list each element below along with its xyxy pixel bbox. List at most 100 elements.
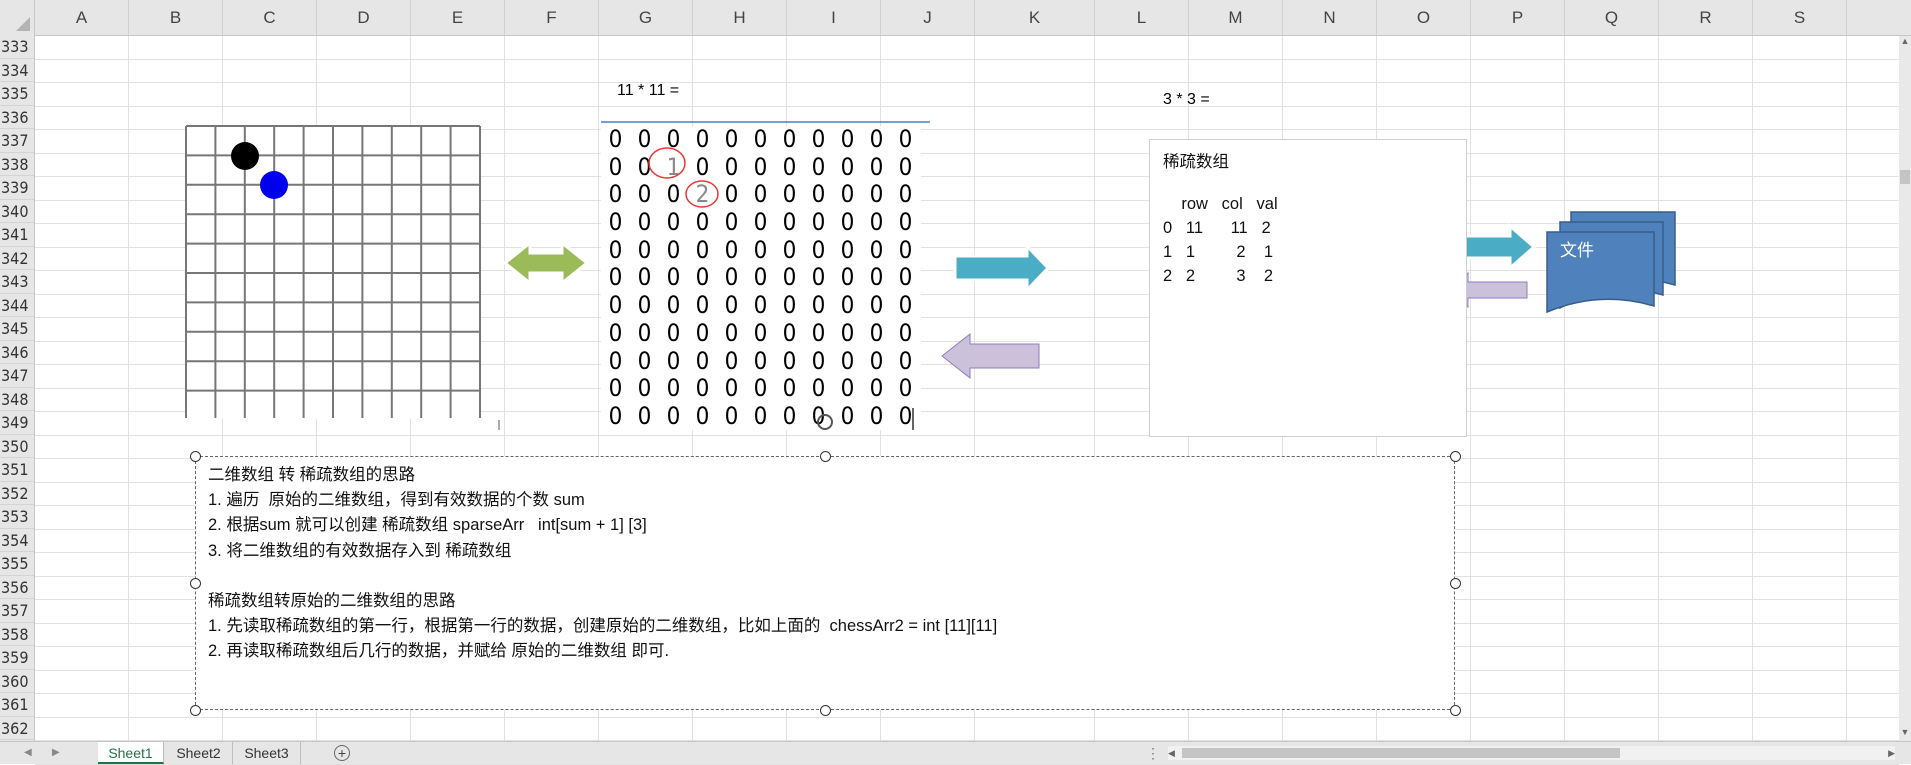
column-header-p[interactable]: P bbox=[1471, 0, 1565, 35]
row-header-341[interactable]: 341 bbox=[0, 223, 34, 247]
scroll-up-icon[interactable]: ▲ bbox=[1900, 36, 1910, 50]
scroll-thumb[interactable] bbox=[1900, 170, 1910, 184]
row-header-362[interactable]: 362 bbox=[0, 717, 34, 740]
row-header-359[interactable]: 359 bbox=[0, 646, 34, 670]
cell-l335[interactable]: 3 * 3 = bbox=[1163, 91, 1210, 109]
column-header-d[interactable]: D bbox=[317, 0, 411, 35]
resize-handle[interactable] bbox=[190, 578, 201, 589]
chessboard-image[interactable] bbox=[185, 125, 481, 419]
matrix-cell: 0 bbox=[724, 180, 739, 209]
column-header-r[interactable]: R bbox=[1659, 0, 1753, 35]
row-header-343[interactable]: 343 bbox=[0, 270, 34, 294]
column-header-a[interactable]: A bbox=[35, 0, 129, 35]
matrix-cell: 0 bbox=[724, 263, 739, 292]
hscroll-thumb[interactable] bbox=[1182, 748, 1620, 758]
row-header-340[interactable]: 340 bbox=[0, 200, 34, 223]
matrix-cell: 0 bbox=[608, 346, 623, 375]
row-header-360[interactable]: 360 bbox=[0, 670, 34, 693]
column-header-f[interactable]: F bbox=[505, 0, 599, 35]
column-header-g[interactable]: G bbox=[599, 0, 693, 35]
row-header-342[interactable]: 342 bbox=[0, 247, 34, 270]
matrix-row: 00100000000 bbox=[601, 153, 921, 182]
column-header-i[interactable]: I bbox=[787, 0, 881, 35]
row-header-355[interactable]: 355 bbox=[0, 552, 34, 576]
row-header-333[interactable]: 333 bbox=[0, 35, 34, 59]
matrix-cell: 0 bbox=[869, 208, 884, 237]
matrix-cell: 0 bbox=[608, 235, 623, 264]
resize-handle[interactable] bbox=[820, 451, 831, 462]
row-header-361[interactable]: 361 bbox=[0, 693, 34, 717]
matrix-cell: 0 bbox=[666, 125, 681, 153]
row-header-336[interactable]: 336 bbox=[0, 106, 34, 129]
row-header-353[interactable]: 353 bbox=[0, 505, 34, 529]
resize-handle[interactable] bbox=[1450, 705, 1461, 716]
row-header-339[interactable]: 339 bbox=[0, 176, 34, 200]
matrix-cell: 0 bbox=[666, 263, 681, 292]
matrix-cell: 0 bbox=[898, 291, 913, 320]
row-header-337[interactable]: 337 bbox=[0, 129, 34, 153]
matrix-cell: 0 bbox=[840, 235, 855, 264]
matrix-cell: 0 bbox=[608, 125, 623, 153]
horizontal-scrollbar[interactable]: ◀ ▶ bbox=[1168, 746, 1895, 760]
scroll-down-icon[interactable]: ▼ bbox=[1900, 727, 1910, 741]
column-header-o[interactable]: O bbox=[1377, 0, 1471, 35]
row-header-349[interactable]: 349 bbox=[0, 411, 34, 435]
row-header-351[interactable]: 351 bbox=[0, 458, 34, 482]
tab-scroll-left-icon[interactable]: ◀ bbox=[24, 742, 32, 764]
tab-sheet1[interactable]: Sheet1 bbox=[98, 742, 164, 764]
description-textbox[interactable]: 二维数组 转 稀疏数组的思路 1. 遍历 原始的二维数组，得到有效数据的个数 s… bbox=[195, 456, 1455, 710]
row-header-348[interactable]: 348 bbox=[0, 388, 34, 411]
resize-handle[interactable] bbox=[1450, 451, 1461, 462]
more-options-icon[interactable]: ⋮ bbox=[1146, 742, 1160, 764]
column-header-b[interactable]: B bbox=[129, 0, 223, 35]
matrix-cell: 0 bbox=[753, 374, 768, 403]
matrix-cell: 0 bbox=[753, 180, 768, 209]
row-header-344[interactable]: 344 bbox=[0, 294, 34, 317]
resize-handle[interactable] bbox=[820, 705, 831, 716]
column-header-l[interactable]: L bbox=[1095, 0, 1189, 35]
matrix-11x11[interactable]: 0000000000000100000000000200000000000000… bbox=[601, 125, 921, 430]
resize-handle[interactable] bbox=[190, 451, 201, 462]
hscroll-right-icon[interactable]: ▶ bbox=[1888, 746, 1895, 760]
add-sheet-icon[interactable]: + bbox=[334, 745, 350, 761]
matrix-cell: 0 bbox=[811, 235, 826, 264]
row-header-347[interactable]: 347 bbox=[0, 364, 34, 388]
column-header-e[interactable]: E bbox=[411, 0, 505, 35]
column-header-s[interactable]: S bbox=[1753, 0, 1847, 35]
matrix-cell: 0 bbox=[666, 346, 681, 375]
tab-sheet3[interactable]: Sheet3 bbox=[233, 742, 301, 764]
row-header-352[interactable]: 352 bbox=[0, 482, 34, 505]
row-header-335[interactable]: 335 bbox=[0, 82, 34, 106]
column-header-n[interactable]: N bbox=[1283, 0, 1377, 35]
textbox-line bbox=[208, 564, 1442, 589]
matrix-cell: 0 bbox=[695, 346, 710, 375]
select-all-corner[interactable] bbox=[0, 0, 35, 35]
row-header-345[interactable]: 345 bbox=[0, 317, 34, 341]
matrix-cell: 0 bbox=[637, 291, 652, 320]
column-header-j[interactable]: J bbox=[881, 0, 975, 35]
row-header-338[interactable]: 338 bbox=[0, 153, 34, 176]
resize-handle[interactable] bbox=[190, 705, 201, 716]
row-header-358[interactable]: 358 bbox=[0, 623, 34, 646]
row-header-356[interactable]: 356 bbox=[0, 576, 34, 599]
column-header-q[interactable]: Q bbox=[1565, 0, 1659, 35]
cell-g335[interactable]: 11 * 11 = bbox=[617, 82, 679, 100]
matrix-cell: 0 bbox=[724, 291, 739, 320]
row-header-357[interactable]: 357 bbox=[0, 599, 34, 623]
row-header-346[interactable]: 346 bbox=[0, 341, 34, 364]
matrix-cell: 0 bbox=[869, 346, 884, 375]
tab-scroll-right-icon[interactable]: ▶ bbox=[52, 742, 60, 764]
column-header-bar: ABCDEFGHIJKLMNOPQRS bbox=[0, 0, 1911, 36]
column-header-m[interactable]: M bbox=[1189, 0, 1283, 35]
row-header-350[interactable]: 350 bbox=[0, 435, 34, 458]
hscroll-left-icon[interactable]: ◀ bbox=[1168, 746, 1175, 760]
tab-sheet2[interactable]: Sheet2 bbox=[165, 742, 233, 764]
row-header-354[interactable]: 354 bbox=[0, 529, 34, 552]
column-header-c[interactable]: C bbox=[223, 0, 317, 35]
row-header-334[interactable]: 334 bbox=[0, 59, 34, 82]
column-header-h[interactable]: H bbox=[693, 0, 787, 35]
sparse-array-panel[interactable]: 稀疏数组 row col val 0 11 11 2 1 1 2 1 2 2 3… bbox=[1149, 139, 1467, 437]
resize-handle[interactable] bbox=[1450, 578, 1461, 589]
vertical-scrollbar[interactable]: ▲ ▼ bbox=[1899, 36, 1911, 741]
column-header-k[interactable]: K bbox=[975, 0, 1095, 35]
